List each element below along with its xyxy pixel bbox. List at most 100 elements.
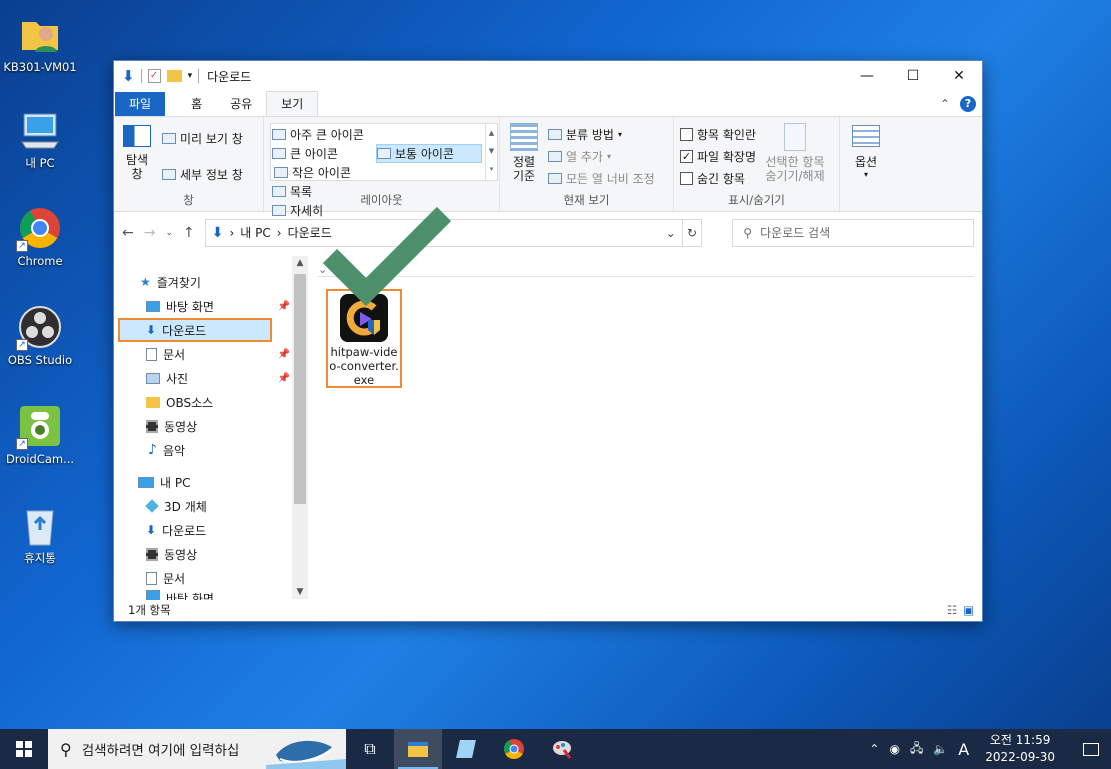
options-label: 옵션 — [854, 155, 878, 169]
chrome-icon: ↗ — [16, 206, 62, 252]
tab-file[interactable]: 파일 — [115, 92, 166, 116]
start-button[interactable] — [0, 729, 48, 769]
shortcut-arrow-icon: ↗ — [16, 339, 28, 351]
chevron-down-icon[interactable]: ⌄ — [666, 226, 676, 240]
options-button[interactable]: 옵션 ▾ — [846, 125, 886, 179]
breadcrumb-downloads[interactable]: 다운로드 — [288, 224, 332, 241]
details-pane-button[interactable]: 세부 정보 창 — [162, 163, 243, 185]
recent-dropdown[interactable]: ⌄ — [165, 228, 173, 238]
tab-view[interactable]: 보기 — [266, 91, 319, 116]
help-icon[interactable]: ? — [960, 96, 976, 112]
taskbar-chrome[interactable] — [490, 729, 538, 769]
nav-this-pc[interactable]: 내 PC — [114, 470, 308, 494]
scroll-down-arrow[interactable]: ▼ — [292, 587, 308, 597]
address-bar[interactable]: ⬇ › 내 PC › 다운로드 ⌄ — [204, 218, 683, 247]
minimize-button[interactable]: — — [844, 61, 890, 91]
nav-item-pictures[interactable]: 사진 📌 — [114, 366, 308, 390]
breadcrumb-this-pc[interactable]: 내 PC — [240, 224, 270, 241]
desktop-icon — [146, 300, 160, 312]
nav-item-obs-sources[interactable]: OBS소스 — [114, 390, 308, 414]
collapse-ribbon-icon[interactable]: ⌃ — [940, 97, 950, 111]
nav-item-videos[interactable]: 동영상 — [114, 414, 308, 438]
clock[interactable]: 오전 11:59 2022-09-30 — [979, 732, 1061, 766]
network-icon[interactable]: 🖧 — [910, 739, 923, 760]
nav-item-documents[interactable]: 문서 📌 — [114, 342, 308, 366]
ribbon-group-options: 옵션 ▾ — [840, 117, 892, 211]
group-by-button[interactable]: 분류 방법 ▾ — [548, 123, 655, 145]
add-columns-button[interactable]: 열 추가 ▾ — [548, 145, 655, 167]
ribbon-group-show-hide: 항목 확인란 ✓ 파일 확장명 숨긴 항목 선택한 항목 숨기기/해제 표시/숨기… — [674, 117, 840, 211]
nav-scrollbar[interactable]: ▲ ▼ — [292, 256, 308, 599]
desktop-icon-this-pc[interactable]: 내 PC — [0, 108, 80, 170]
taskbar-app-paint[interactable] — [538, 729, 586, 769]
task-view-button[interactable]: ⧉ — [346, 729, 394, 769]
ime-indicator[interactable]: A — [958, 740, 969, 759]
desktop-icon-recycle-bin[interactable]: 휴지통 — [0, 503, 80, 565]
droidcam-icon: ↗ — [16, 404, 62, 450]
small-icons-icon — [274, 167, 288, 178]
tab-share[interactable]: 공유 — [216, 92, 266, 116]
desktop-icon-chrome[interactable]: ↗ Chrome — [0, 206, 80, 268]
shortcut-arrow-icon: ↗ — [16, 240, 28, 252]
qa-dropdown-icon[interactable]: ▾ — [188, 71, 193, 81]
layout-small-icons[interactable]: 작은 아이콘 — [272, 163, 376, 182]
forward-button[interactable]: → — [144, 225, 156, 241]
details-view-icon[interactable]: ☷ — [947, 603, 957, 617]
nav-pc-videos[interactable]: 동영상 — [114, 542, 308, 566]
new-folder-icon[interactable] — [166, 70, 182, 82]
nav-item-downloads[interactable]: ⬇ 다운로드 — [118, 318, 272, 342]
extensions-toggle[interactable]: ✓ 파일 확장명 — [680, 145, 756, 167]
desktop-icon-obs[interactable]: ↗ OBS Studio — [0, 305, 80, 367]
layout-scroll[interactable]: ▲ ▼ ▾ — [485, 124, 497, 180]
cube-icon — [145, 499, 159, 513]
tab-home[interactable]: 홈 — [177, 92, 216, 116]
nav-quick-access[interactable]: ★ 즐겨찾기 — [114, 270, 308, 294]
layout-medium-icons[interactable]: 보통 아이콘 — [376, 144, 482, 163]
ribbon: 탐색 창 미리 보기 창 세부 정보 창 창 아주 큰 아이콘 큰 아이콘 보통… — [114, 116, 982, 218]
maximize-button[interactable]: ☐ — [890, 61, 936, 91]
taskbar-file-explorer[interactable] — [394, 729, 442, 769]
fit-columns-button[interactable]: 모든 열 너비 조정 — [548, 167, 655, 189]
scroll-up-arrow[interactable]: ▲ — [292, 258, 308, 268]
nav-pc-documents[interactable]: 문서 — [114, 566, 308, 590]
item-checkboxes-toggle[interactable]: 항목 확인란 — [680, 123, 756, 145]
file-item[interactable]: hitpaw-video-converter.exe — [326, 289, 402, 388]
desktop-icon-user-folder[interactable]: KB301-VM01 — [0, 12, 80, 74]
options-icon — [852, 125, 880, 147]
search-input[interactable]: ⚲ 다운로드 검색 — [732, 218, 974, 247]
desktop-icon-label: 내 PC — [25, 156, 55, 170]
nav-item-music[interactable]: ♪ 음악 — [114, 438, 308, 462]
back-button[interactable]: ← — [122, 225, 134, 241]
nav-pc-downloads[interactable]: ⬇ 다운로드 — [114, 518, 308, 542]
show-hidden-icons-button[interactable]: ⌃ — [869, 742, 879, 756]
desktop-icon-droidcam[interactable]: ↗ DroidCam... — [0, 404, 80, 466]
preview-pane-button[interactable]: 미리 보기 창 — [162, 127, 243, 149]
taskbar-search-input[interactable]: ⚲ 검색하려면 여기에 입력하십 — [48, 729, 346, 769]
taskbar-app-notes[interactable] — [442, 729, 490, 769]
checkbox-checked[interactable]: ✓ — [680, 149, 693, 163]
layout-large-icons[interactable]: 큰 아이콘 — [272, 144, 376, 163]
layout-xl-icons[interactable]: 아주 큰 아이콘 — [272, 125, 380, 144]
ribbon-group-pane: 탐색 창 미리 보기 창 세부 정보 창 창 — [114, 117, 264, 211]
volume-icon[interactable]: 🔈 — [933, 742, 948, 756]
scroll-thumb[interactable] — [294, 274, 306, 504]
notification-button[interactable] — [1071, 742, 1111, 756]
checkbox-unchecked[interactable] — [680, 171, 693, 185]
paint-icon — [553, 741, 572, 759]
refresh-button[interactable]: ↻ — [682, 218, 703, 247]
nav-pc-3d-objects[interactable]: 3D 개체 — [114, 494, 308, 518]
windows-logo-icon — [16, 741, 32, 757]
group-header[interactable]: ⌄ — [318, 263, 974, 277]
hidden-items-toggle[interactable]: 숨긴 항목 — [680, 167, 756, 189]
nav-item-desktop[interactable]: 바탕 화면 📌 — [114, 294, 308, 318]
large-icons-icon — [272, 148, 286, 159]
properties-icon[interactable]: ✓ — [147, 69, 161, 83]
large-icons-view-icon[interactable]: ▣ — [963, 603, 974, 617]
checkbox-unchecked[interactable] — [680, 127, 693, 141]
close-button[interactable]: ✕ — [936, 61, 982, 91]
webcam-icon[interactable]: ◉ — [889, 742, 899, 756]
notes-icon — [456, 740, 476, 758]
taskbar-search-placeholder: 검색하려면 여기에 입력하십 — [81, 743, 240, 759]
up-button[interactable]: ↑ — [183, 225, 195, 241]
title-bar: ⬇ ✓ ▾ 다운로드 — ☐ ✕ — [114, 61, 982, 91]
